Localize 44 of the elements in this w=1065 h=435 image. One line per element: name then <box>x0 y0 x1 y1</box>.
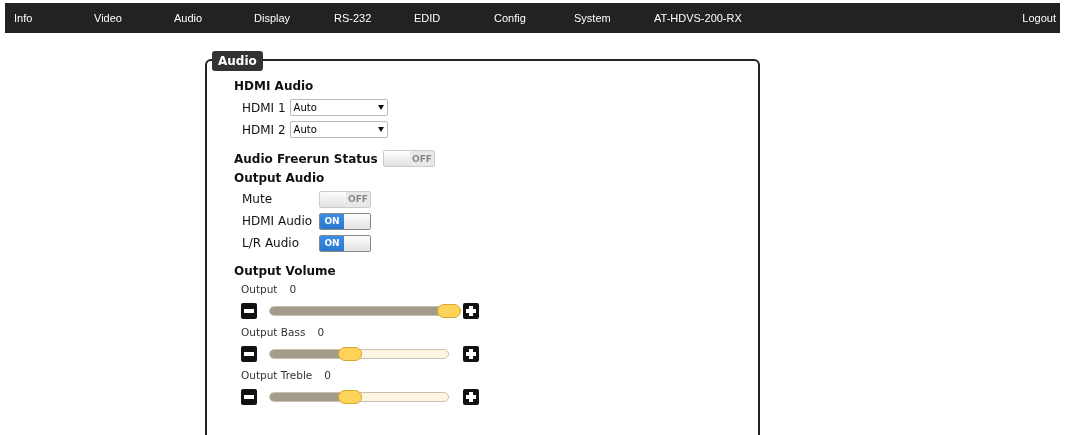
slider-label: Output Treble <box>241 369 313 383</box>
plus-icon <box>466 392 476 402</box>
field-label: HDMI 1 <box>242 100 286 115</box>
caret-icon <box>377 105 384 110</box>
nav-link[interactable]: Audio <box>174 12 254 24</box>
slider-value: 0 <box>317 326 325 340</box>
panel-title: Audio <box>212 51 263 71</box>
minus-button[interactable] <box>241 389 257 405</box>
minus-button[interactable] <box>241 346 257 362</box>
field-label: Audio Freerun Status <box>234 151 379 166</box>
plus-icon <box>466 349 476 359</box>
nav-link[interactable]: AT-HDVS-200-RX <box>654 12 742 24</box>
plus-button[interactable] <box>463 303 479 319</box>
plus-icon <box>466 306 476 316</box>
dropdown[interactable]: Auto <box>289 121 388 138</box>
nav-link[interactable]: System <box>574 12 654 24</box>
dropdown[interactable]: Auto <box>289 99 388 116</box>
plus-button[interactable] <box>463 389 479 405</box>
toggle-switch[interactable]: ON <box>319 212 371 230</box>
slider-value: 0 <box>324 369 331 383</box>
field-label: HDMI 2 <box>242 122 286 137</box>
section-heading: Output Volume <box>234 264 337 278</box>
field-label: L/R Audio <box>242 236 300 250</box>
field-label: HDMI Audio <box>242 214 314 228</box>
section-heading: HDMI Audio <box>234 79 315 93</box>
caret-icon <box>377 127 384 132</box>
nav-link[interactable]: EDID <box>414 12 494 24</box>
minus-icon <box>244 309 254 313</box>
slider-label: Output Bass <box>241 326 306 340</box>
field-label: Mute <box>242 192 274 206</box>
toggle-switch[interactable]: ON <box>319 234 371 252</box>
plus-button[interactable] <box>463 346 479 362</box>
logout-link[interactable]: Logout <box>1022 12 1056 24</box>
nav-link[interactable]: Video <box>94 12 174 24</box>
section-heading: Output Audio <box>234 171 326 185</box>
minus-icon <box>244 352 254 356</box>
nav-link[interactable]: Config <box>494 12 574 24</box>
nav-link[interactable]: Info <box>14 12 94 24</box>
minus-button[interactable] <box>241 303 257 319</box>
nav-link[interactable]: Display <box>254 12 334 24</box>
minus-icon <box>244 395 254 399</box>
slider-value: 0 <box>289 283 297 297</box>
slider-label: Output <box>241 283 278 297</box>
nav-link[interactable]: RS-232 <box>334 12 414 24</box>
